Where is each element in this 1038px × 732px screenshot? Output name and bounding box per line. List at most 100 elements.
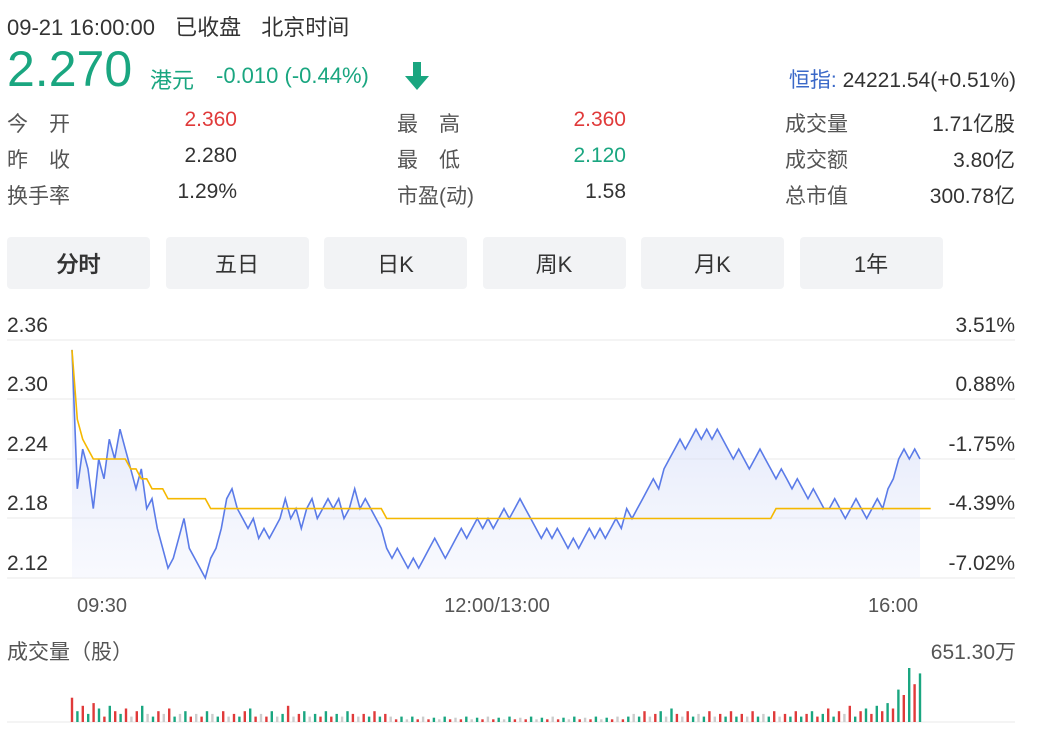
tab-4[interactable]: 月K [641, 237, 784, 289]
volume-bar [546, 719, 549, 722]
volume-bar [249, 708, 252, 722]
tab-3[interactable]: 周K [482, 237, 626, 289]
volume-bar [573, 716, 576, 722]
stat-value: 3.80亿 [953, 149, 1015, 172]
volume-bar [870, 713, 873, 722]
stat-value: 2.120 [573, 144, 626, 167]
volume-bar [448, 719, 452, 722]
volume-bar [470, 719, 473, 722]
stat-label: 换手率 [7, 185, 70, 208]
tab-5[interactable]: 1年 [799, 237, 943, 289]
volume-bar [913, 684, 916, 722]
stat-value: 2.280 [184, 144, 237, 167]
volume-bar [151, 716, 155, 722]
volume-bar [762, 713, 765, 722]
volume-bar [827, 708, 830, 722]
volume-bar [270, 711, 273, 722]
price-change: -0.010 (-0.44%) [216, 63, 369, 88]
tab-1[interactable]: 五日 [165, 237, 309, 289]
volume-bar [211, 713, 214, 722]
volume-bar [308, 716, 311, 722]
volume-bar [800, 716, 803, 722]
volume-bar [908, 668, 911, 722]
stat-value: 1.71亿股 [932, 113, 1015, 136]
volume-bar [735, 716, 738, 722]
volume-bar [297, 713, 301, 722]
volume-bar [76, 711, 79, 722]
volume-bar [200, 716, 203, 722]
y-tick-left: 2.24 [7, 433, 48, 456]
hang-seng-index[interactable]: 恒指: 24221.54(+0.51%) [789, 64, 1016, 94]
header-datetime-row: 09-21 16:00:00 已收盘 北京时间 [7, 10, 363, 42]
stat-label: 昨 收 [7, 149, 70, 172]
volume-bar [313, 713, 317, 722]
volume-bar [875, 705, 878, 722]
volume-bar [605, 717, 608, 722]
volume-bar [551, 716, 554, 722]
volume-bar [778, 716, 781, 722]
volume-bar [675, 713, 679, 722]
volume-bar [330, 716, 333, 722]
index-value: 24221.54(+0.51%) [842, 69, 1016, 92]
volume-bar [124, 708, 128, 722]
volume-bar [529, 716, 533, 722]
stat-value: 300.78亿 [929, 185, 1015, 208]
volume-bar [719, 713, 722, 722]
y-tick-left: 2.36 [7, 314, 48, 337]
y-tick-left: 2.18 [7, 492, 48, 515]
currency-label: 港元 [150, 68, 195, 93]
volume-bar [108, 705, 111, 722]
volume-bar [178, 713, 182, 722]
volume-bar [789, 716, 792, 722]
volume-bar [195, 713, 198, 722]
volume-max-label: 651.30万 [930, 641, 1016, 664]
volume-bar [918, 673, 922, 722]
volume-bar [459, 719, 463, 722]
tab-2[interactable]: 日K [324, 237, 467, 289]
volume-bar [821, 713, 824, 722]
volume-bar [146, 713, 149, 722]
volume-bar [600, 719, 603, 722]
y-tick-right: 0.88% [955, 373, 1015, 396]
volume-bar [708, 711, 711, 722]
stat-label: 今 开 [7, 113, 70, 136]
x-tick-label: 09:30 [77, 595, 127, 617]
stat-value: 1.58 [585, 180, 626, 203]
volume-bar [405, 719, 409, 722]
volume-bar [119, 713, 122, 722]
volume-bar [184, 711, 187, 722]
volume-bar [394, 719, 398, 722]
volume-bar [97, 708, 101, 722]
index-label: 恒指: [788, 69, 837, 92]
volume-bar [832, 716, 835, 722]
volume-bar [659, 711, 662, 722]
volume-bar [254, 716, 257, 722]
stat-label: 市盈(动) [397, 185, 474, 208]
volume-bar [616, 716, 619, 722]
volume-bar [114, 711, 117, 722]
volume-bar [492, 719, 495, 722]
volume-bar [589, 719, 592, 722]
volume-bar [848, 705, 851, 722]
stat-value: 2.360 [184, 108, 237, 131]
volume-bar [681, 716, 684, 722]
stat-label: 最 高 [397, 113, 460, 136]
volume-bar [70, 697, 74, 722]
volume-bar [238, 716, 241, 722]
tab-0[interactable]: 分时 [7, 237, 150, 289]
volume-bar [783, 713, 787, 722]
volume-bar [400, 716, 403, 722]
volume-bar [643, 711, 646, 722]
volume-bar [189, 716, 192, 722]
volume-bar [130, 716, 133, 722]
volume-bar [816, 716, 819, 722]
volume-bar [384, 713, 387, 722]
volume-bar [773, 711, 776, 722]
volume-bar [243, 711, 246, 722]
volume-bar [756, 716, 760, 722]
datetime-text: 09-21 16:00:00 [7, 15, 156, 40]
volume-bar [805, 713, 808, 722]
volume-bar [724, 716, 727, 722]
volume-bar [729, 711, 733, 722]
volume-bar [351, 713, 355, 722]
